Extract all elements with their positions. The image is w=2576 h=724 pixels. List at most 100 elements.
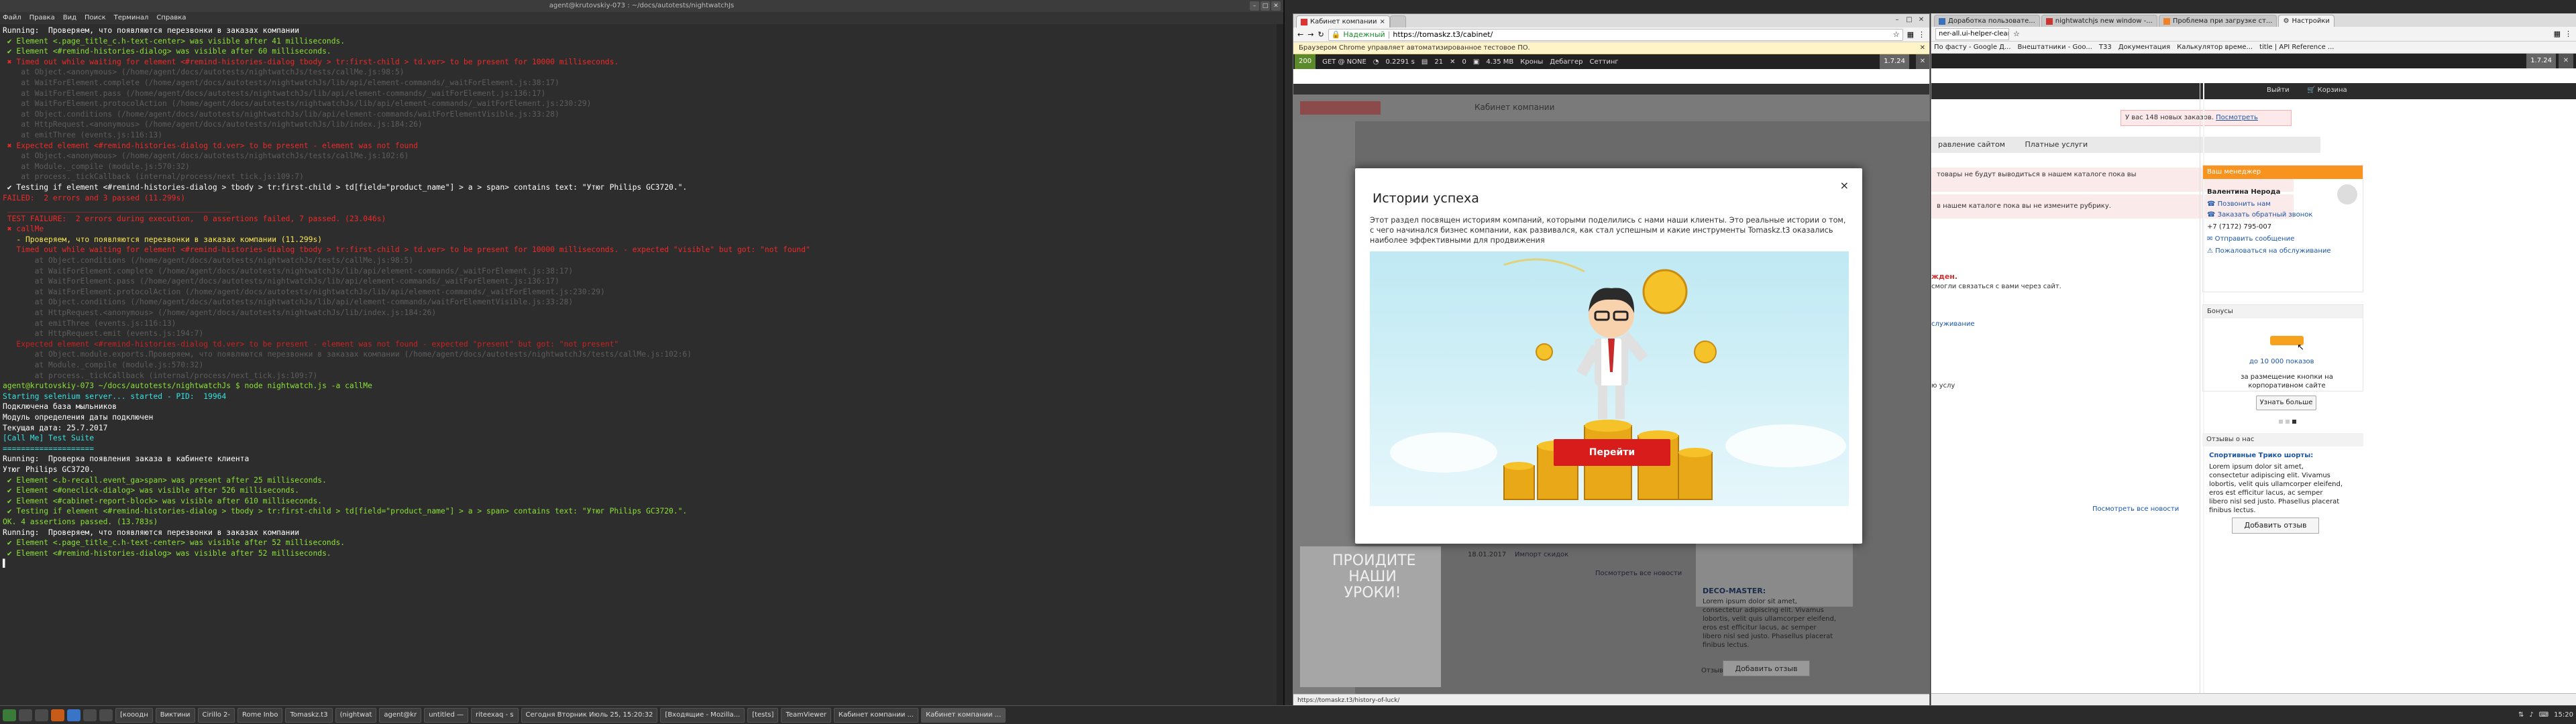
db-count[interactable]: 21 xyxy=(1434,58,1443,66)
back-icon[interactable]: ← xyxy=(1297,30,1303,39)
tab-cabinet[interactable]: Кабинет компании × xyxy=(1296,15,1390,27)
minimize-icon[interactable]: – xyxy=(1250,1,1259,11)
database-icon: ▤ xyxy=(1421,58,1428,66)
memory-value[interactable]: 4.35 MB xyxy=(1486,58,1513,66)
time-value[interactable]: 0.2291 s xyxy=(1386,58,1415,66)
taskbar-window[interactable]: TeamViewer xyxy=(781,707,831,723)
clock[interactable]: 15:20 xyxy=(2554,711,2573,719)
message-link[interactable]: ✉ Отправить сообщение xyxy=(2207,235,2294,243)
all-news-link[interactable]: Посмотреть все новости xyxy=(1595,570,1682,577)
keyboard-icon[interactable]: ⌨ xyxy=(2539,711,2548,719)
reload-icon[interactable]: ↻ xyxy=(1318,30,1324,39)
chrome-window-cabinet[interactable]: Кабинет компании × – □ ✕ ← → ↻ 🔒 Надежный |… xyxy=(1293,13,1930,706)
close-icon[interactable]: ✕ xyxy=(1920,42,1925,54)
modal-close-icon[interactable]: × xyxy=(1840,179,1849,192)
terminal-scrollbar[interactable] xyxy=(1277,24,1283,705)
settings-link[interactable]: Сеттинг xyxy=(1590,58,1619,66)
chrome-window-right[interactable]: Доработка пользовате... nightwatchjs new… xyxy=(1931,13,2576,705)
taskbar-window[interactable]: Кабинет компании ... xyxy=(921,707,1006,723)
tab-dorabotka[interactable]: Доработка пользовате... xyxy=(1934,15,2040,27)
launcher-icon[interactable] xyxy=(99,709,113,721)
bookmark[interactable]: Калькулятор време... xyxy=(2177,42,2253,53)
add-review-button[interactable]: Добавить отзыв xyxy=(2232,518,2319,534)
taskbar-window[interactable]: agent@kr xyxy=(379,707,422,723)
news-link[interactable]: Импорт скидок xyxy=(1515,551,1568,558)
taskbar-window[interactable]: [Входящие - Mozilla... xyxy=(660,707,745,723)
taskbar-window[interactable]: (nightwat xyxy=(335,707,377,723)
bookmark[interactable]: T33 xyxy=(2099,42,2112,53)
bookmark[interactable]: Внештатники - Goo... xyxy=(2018,42,2092,53)
menu-file[interactable]: Файл xyxy=(3,12,21,24)
menu-edit[interactable]: Правка xyxy=(30,12,55,24)
chrome-icon[interactable] xyxy=(67,709,80,721)
bookmark[interactable]: Документация xyxy=(2118,42,2170,53)
crons-link[interactable]: Кроны xyxy=(1520,58,1543,66)
taskbar-window[interactable]: Сегодня Вторник Июль 25, 15:20:32 xyxy=(521,707,658,723)
x-count[interactable]: 0 xyxy=(1462,58,1466,66)
taskbar-window[interactable]: Cirillo 2- xyxy=(197,707,235,723)
extension-icon[interactable]: ▦ xyxy=(1907,30,1914,39)
maximize-icon[interactable]: □ xyxy=(1904,15,1915,25)
url-input[interactable]: 🔒 Надежный | https://tomaskz.t3/cabinet/… xyxy=(1328,28,1903,41)
minimize-icon[interactable]: – xyxy=(1892,15,1902,25)
page-viewport[interactable]: Выйти 🛒 Корзина У вас 148 новых заказов.… xyxy=(1931,83,2576,693)
dot[interactable] xyxy=(2286,420,2290,424)
dot[interactable] xyxy=(2292,420,2296,424)
menu-icon[interactable]: ⋮ xyxy=(1918,30,1925,39)
taskbar-window[interactable]: [кооодн xyxy=(115,707,153,723)
forward-icon[interactable]: → xyxy=(1307,30,1313,39)
launcher-icon[interactable] xyxy=(35,709,48,721)
star-icon[interactable]: ☆ xyxy=(1893,30,1900,39)
terminal-window[interactable]: agent@krutovskiy-073 : ~/docs/autotests/… xyxy=(0,0,1285,705)
request-method[interactable]: GET @ NONE xyxy=(1322,58,1366,66)
terminal-output[interactable]: Running: Проверяем, что появляются перез… xyxy=(0,24,1283,703)
url-input[interactable]: ner-all.ui-helper-clearfix.ui-draggable-… xyxy=(1935,27,2009,40)
maximize-icon[interactable]: □ xyxy=(1260,1,1270,11)
network-icon[interactable]: ⇅ xyxy=(2518,711,2524,719)
learn-more-button[interactable]: Узнать больше xyxy=(2256,396,2316,410)
menu-view[interactable]: Вид xyxy=(63,12,76,24)
taskbar-window[interactable]: untitled — xyxy=(424,707,468,723)
call-link[interactable]: ☎ Позвонить нам xyxy=(2207,200,2271,208)
menu-icon[interactable] xyxy=(3,709,16,721)
tab-problem[interactable]: Проблема при загрузке ст... xyxy=(2158,15,2277,27)
page-viewport[interactable]: Кабинет компании Отзывы о нас ПРОИДИТЕ Н… xyxy=(1293,84,1929,694)
bookmark[interactable]: title | API Reference ... xyxy=(2259,42,2334,53)
extension-icon[interactable]: ▦ xyxy=(2554,29,2561,38)
nav-site-management[interactable]: равление сайтом xyxy=(1938,140,2005,149)
close-icon[interactable]: ✕ xyxy=(2559,54,2573,68)
tab-settings[interactable]: ⚙ Настройки xyxy=(2278,15,2334,27)
go-button[interactable]: Перейти xyxy=(1554,439,1670,466)
bookmark[interactable]: По фасту - Google Д... xyxy=(1934,42,2011,53)
taskbar-window[interactable]: Tomaskz.t3 xyxy=(285,707,333,723)
menu-help[interactable]: Справка xyxy=(156,12,186,24)
close-icon[interactable]: ✕ xyxy=(1916,15,1927,25)
add-review-button[interactable]: Добавить отзыв xyxy=(1723,660,1810,676)
bonus-amount[interactable]: до 10 000 показов xyxy=(2249,358,2314,365)
launcher-icon[interactable] xyxy=(83,709,97,721)
taskbar-window[interactable]: Виктини xyxy=(155,707,195,723)
taskbar-window[interactable]: Кабинет компании ... xyxy=(833,707,919,723)
new-tab-button[interactable] xyxy=(1389,15,1406,27)
callback-link[interactable]: ☎ Заказать обратный звонок xyxy=(2207,211,2312,219)
close-icon[interactable]: ✕ xyxy=(1916,54,1929,69)
tab-close-icon[interactable]: × xyxy=(1380,16,1385,28)
firefox-icon[interactable] xyxy=(51,709,64,721)
star-icon[interactable]: ☆ xyxy=(2013,29,2020,38)
debugger-link[interactable]: Дебаггер xyxy=(1550,58,1582,66)
launcher-icon[interactable] xyxy=(19,709,32,721)
menu-icon[interactable]: ⋮ xyxy=(2565,29,2572,38)
taskbar-window[interactable]: Rome Inbo xyxy=(237,707,283,723)
close-icon[interactable]: ✕ xyxy=(1271,1,1281,11)
support-link[interactable]: служивание xyxy=(1931,320,1975,328)
nav-paid-services[interactable]: Платные услуги xyxy=(2025,140,2088,149)
all-news-link[interactable]: Посмотреть все новости xyxy=(2092,505,2179,513)
menu-search[interactable]: Поиск xyxy=(85,12,106,24)
volume-icon[interactable]: ♪ xyxy=(2529,711,2533,719)
tab-nightwatch[interactable]: nightwatchjs new window -... xyxy=(2041,15,2157,27)
complain-link[interactable]: ⚠ Пожаловаться на обслуживание xyxy=(2207,247,2331,255)
taskbar-window[interactable]: [tests] xyxy=(747,707,779,723)
dot[interactable] xyxy=(2279,420,2283,424)
taskbar-window[interactable]: riteexaq - s xyxy=(470,707,519,723)
menu-terminal[interactable]: Терминал xyxy=(114,12,149,24)
